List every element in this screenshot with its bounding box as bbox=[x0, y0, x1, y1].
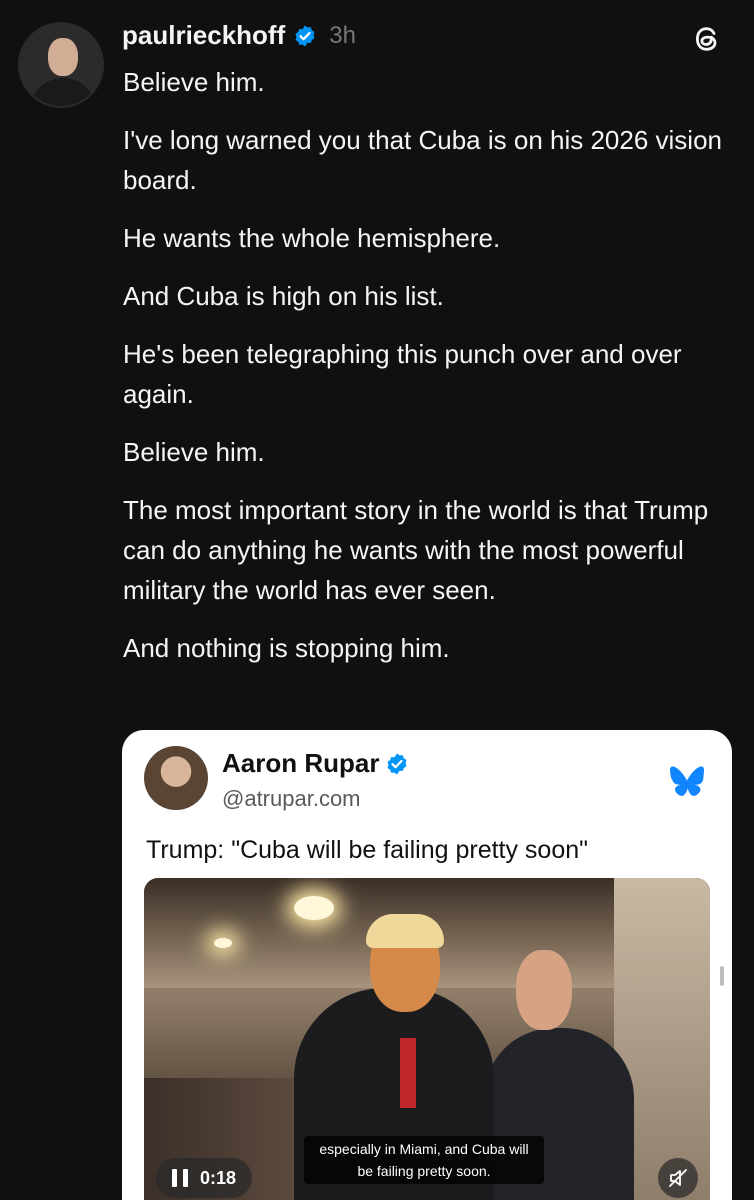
video-scene-speaker-hair bbox=[366, 914, 444, 948]
scroll-indicator bbox=[720, 966, 724, 986]
post-paragraph: Believe him. bbox=[123, 437, 265, 467]
avatar-shoulders bbox=[30, 78, 96, 106]
post-paragraph: I've long warned you that Cuba is on his… bbox=[123, 125, 723, 195]
threads-logo-icon[interactable] bbox=[690, 22, 724, 56]
author-username[interactable]: paulrieckhoff bbox=[122, 20, 285, 51]
video-scene-light bbox=[294, 896, 334, 920]
post-paragraph: And Cuba is high on his list. bbox=[123, 281, 444, 311]
embed-author-avatar[interactable] bbox=[144, 746, 208, 810]
post-paragraph: Believe him. bbox=[123, 67, 265, 97]
threads-post: paulrieckhoff 3h Believe him. I've long … bbox=[0, 0, 754, 1200]
embed-author-name[interactable]: Aaron Rupar bbox=[222, 748, 379, 779]
author-avatar[interactable] bbox=[18, 22, 104, 108]
caption-line: especially in Miami, and Cuba will bbox=[319, 1141, 529, 1157]
verified-badge-icon bbox=[295, 25, 315, 46]
pause-icon[interactable] bbox=[172, 1169, 188, 1187]
embed-video-player[interactable]: especially in Miami, and Cuba will be fa… bbox=[144, 878, 710, 1200]
video-controls[interactable]: 0:18 bbox=[156, 1158, 253, 1198]
embed-author-handle[interactable]: @atrupar.com bbox=[222, 786, 361, 812]
video-scene-light bbox=[214, 938, 232, 948]
video-duration: 0:18 bbox=[200, 1167, 237, 1188]
post-header: paulrieckhoff 3h bbox=[122, 20, 356, 51]
embed-post-text: Trump: "Cuba will be failing pretty soon… bbox=[146, 836, 589, 864]
embedded-post-card[interactable]: Aaron Rupar @atrupar.com Trump: "Cuba wi… bbox=[122, 730, 732, 1200]
post-paragraph: And nothing is stopping him. bbox=[123, 633, 450, 663]
video-scene-person-head bbox=[516, 950, 572, 1030]
post-paragraph: The most important story in the world is… bbox=[123, 495, 709, 605]
video-scene-tie bbox=[400, 1038, 416, 1108]
speaker-muted-icon bbox=[669, 1169, 687, 1187]
embed-verified-icon bbox=[387, 753, 407, 774]
post-timestamp: 3h bbox=[329, 21, 356, 49]
embed-author-row: Aaron Rupar bbox=[222, 748, 409, 779]
video-caption: especially in Miami, and Cuba will be fa… bbox=[304, 1136, 544, 1184]
caption-line: be failing pretty soon. bbox=[357, 1163, 491, 1179]
post-paragraph: He's been telegraphing this punch over a… bbox=[123, 339, 682, 409]
mute-button[interactable] bbox=[658, 1158, 698, 1198]
post-paragraph: He wants the whole hemisphere. bbox=[123, 223, 501, 253]
avatar-face bbox=[48, 38, 78, 76]
bluesky-butterfly-icon[interactable] bbox=[670, 766, 704, 796]
post-body: Believe him. I've long warned you that C… bbox=[123, 62, 733, 686]
